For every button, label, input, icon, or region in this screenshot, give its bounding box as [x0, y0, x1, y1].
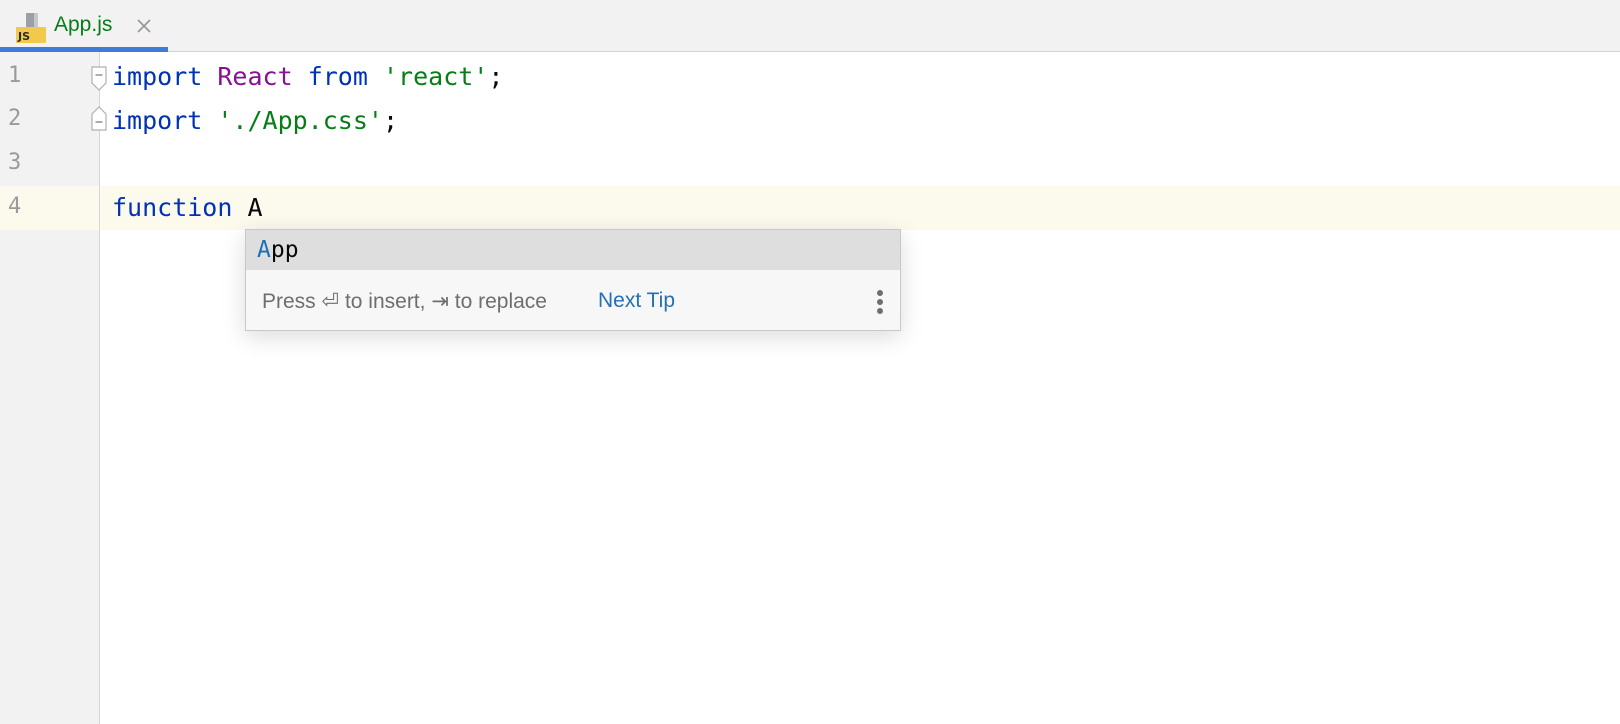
- line-number: 4: [8, 194, 22, 219]
- completion-item-app[interactable]: App: [246, 230, 900, 270]
- line-number: 3: [8, 150, 22, 175]
- code-line-1[interactable]: import React from 'react';: [112, 55, 503, 99]
- completion-rest: pp: [270, 237, 299, 263]
- next-tip-link[interactable]: Next Tip: [598, 289, 675, 313]
- javascript-file-icon: JS: [16, 13, 46, 43]
- identifier-react: React: [217, 62, 293, 91]
- semicolon: ;: [382, 106, 399, 135]
- semicolon: ;: [488, 62, 504, 91]
- code-line-2[interactable]: import './App.css';: [112, 99, 398, 143]
- keyword-import: import: [112, 62, 203, 91]
- keyword-function: function: [112, 193, 233, 222]
- js-icon-text: JS: [17, 30, 30, 43]
- line-number: 1: [8, 63, 22, 88]
- keyword-import: import: [112, 106, 203, 135]
- tab-label: App.js: [54, 13, 113, 36]
- keyword-from: from: [307, 62, 368, 91]
- vertical-ellipsis-icon[interactable]: [868, 287, 892, 317]
- line-number: 2: [8, 106, 22, 131]
- code-line-4[interactable]: function A: [112, 186, 263, 230]
- completion-footer: Press ⏎ to insert, ⇥ to replace Next Tip: [246, 270, 900, 330]
- completion-popup: App Press ⏎ to insert, ⇥ to replace Next…: [245, 229, 901, 331]
- fold-end-marker-icon[interactable]: [89, 106, 109, 132]
- completion-match: A: [257, 237, 271, 263]
- string-app-css: './App.css': [217, 106, 383, 135]
- editor-tab-bar: JS App.js: [0, 0, 1620, 52]
- string-react: 'react': [382, 62, 489, 91]
- completion-item-label: App: [257, 230, 299, 270]
- close-icon[interactable]: [135, 17, 153, 35]
- completion-hint: Press ⏎ to insert, ⇥ to replace: [262, 290, 547, 313]
- tab-app-js[interactable]: JS App.js: [0, 0, 168, 52]
- fold-marker-icon[interactable]: [89, 65, 109, 91]
- typed-identifier: A: [247, 193, 263, 222]
